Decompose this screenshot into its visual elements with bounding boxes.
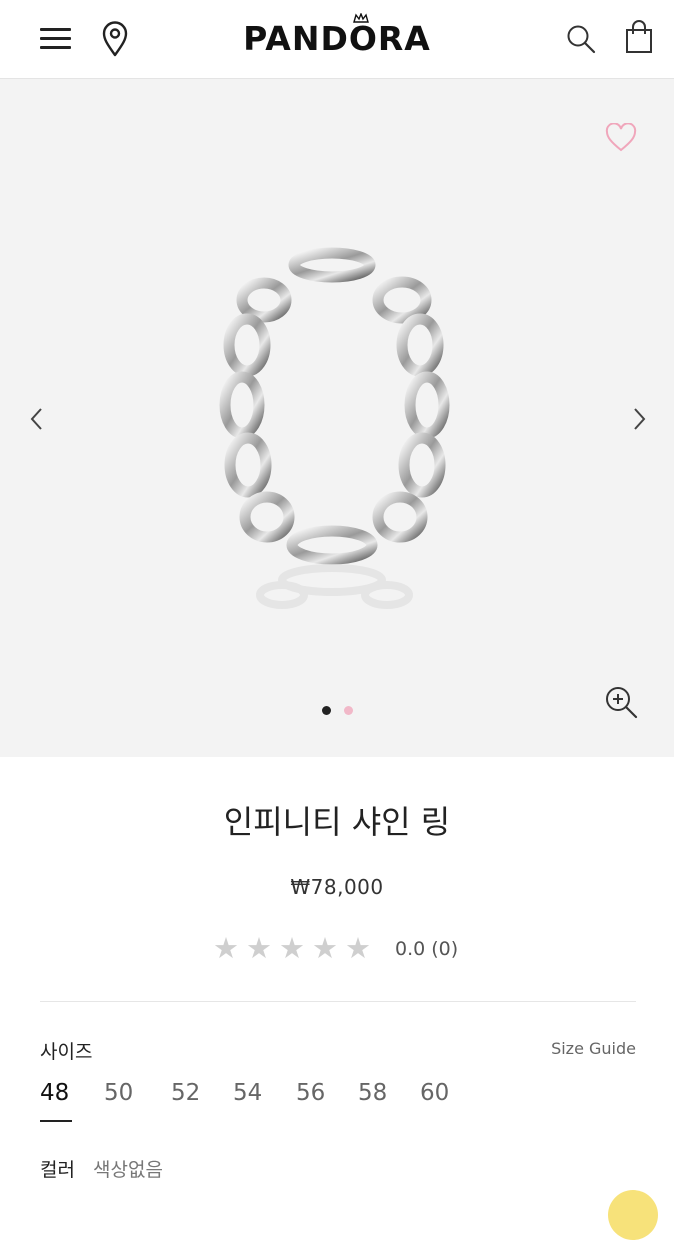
color-value: 색상없음: [93, 1159, 163, 1181]
rating-summary[interactable]: 0.0 (0): [395, 935, 458, 963]
size-option-50[interactable]: 50: [104, 1076, 133, 1110]
carousel-dot-active[interactable]: [322, 706, 331, 715]
crown-icon: [353, 13, 369, 23]
chevron-right-icon[interactable]: [631, 405, 649, 433]
divider: [40, 1001, 636, 1002]
size-option-58[interactable]: 58: [358, 1076, 387, 1110]
size-options: 48 50 52 54 56 58 60: [40, 1076, 640, 1126]
product-image-carousel[interactable]: [0, 79, 674, 757]
star-icon: ★: [345, 931, 371, 965]
size-option-52[interactable]: 52: [171, 1076, 200, 1110]
size-label: 사이즈: [40, 1041, 93, 1063]
shopping-bag-icon[interactable]: [625, 20, 653, 54]
search-icon[interactable]: [566, 24, 596, 54]
carousel-dot[interactable]: [344, 706, 353, 715]
size-option-48[interactable]: 48: [40, 1076, 69, 1110]
star-icon: ★: [279, 931, 305, 965]
floating-chat-button[interactable]: [608, 1190, 658, 1240]
heart-icon[interactable]: [605, 123, 637, 153]
chevron-left-icon[interactable]: [27, 405, 45, 433]
top-header: PANDORA: [0, 0, 674, 79]
star-icon: ★: [213, 931, 239, 965]
zoom-in-icon[interactable]: [604, 685, 638, 719]
product-price: ₩78,000: [290, 875, 384, 899]
product-title: 인피니티 샤인 링: [223, 803, 451, 841]
star-icon: ★: [246, 931, 272, 965]
color-label: 컬러: [40, 1159, 75, 1181]
product-image-ring: [219, 247, 450, 609]
size-option-56[interactable]: 56: [296, 1076, 325, 1110]
size-guide-link[interactable]: Size Guide: [551, 1036, 636, 1062]
size-option-60[interactable]: 60: [420, 1076, 449, 1110]
carousel-pagination: [318, 706, 358, 716]
star-icon: ★: [312, 931, 338, 965]
selected-size-indicator: [40, 1120, 72, 1122]
size-option-54[interactable]: 54: [233, 1076, 262, 1110]
